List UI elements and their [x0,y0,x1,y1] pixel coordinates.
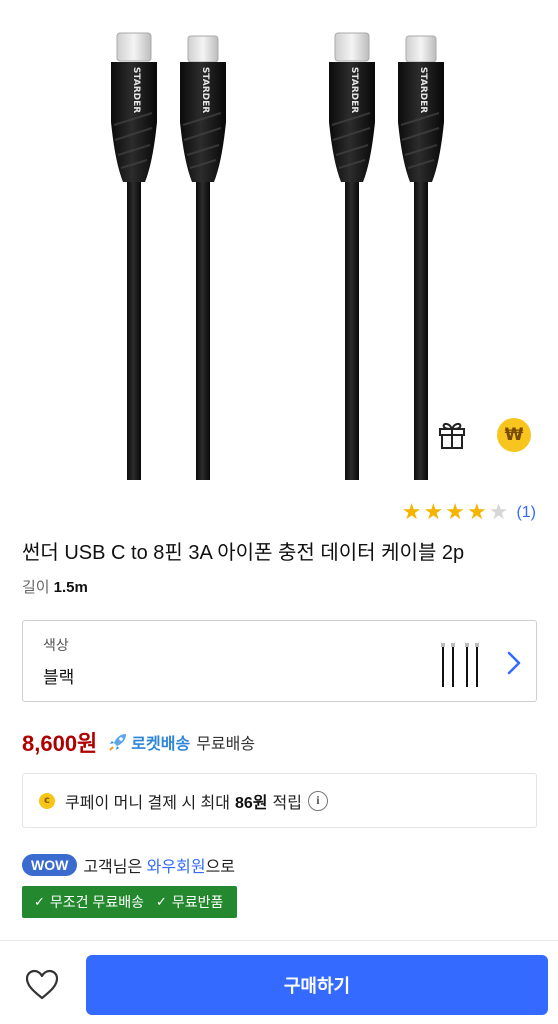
wow-membership-row: WOW 고객님은 와우회원으로 [22,853,235,877]
cable-lightning-1: STARDER [180,35,226,480]
product-image[interactable]: STARDER STARDER STARDER STARDER ₩ [0,0,558,490]
cash-amount: 86원 [234,794,268,812]
cable-photo: STARDER STARDER STARDER STARDER [111,32,444,480]
benefit-bar: ✓ 무조건 무료배송 ✓ 무료반품 [22,886,238,918]
heart-icon[interactable] [22,965,62,1005]
option-value: 블랙 [43,668,75,687]
cash-text: 쿠페이 머니 결제 시 최대 [65,794,230,812]
price-row: 8,600원 로켓배송 무료배송 [22,726,255,758]
bottom-divider [0,940,558,941]
cable-brand-text-1: STARDER [131,67,141,113]
wow-badge: WOW [22,854,78,876]
spec-key: 길이 [22,579,50,596]
color-option-selector[interactable]: 색상 블랙 [22,620,537,702]
info-icon[interactable]: i [307,790,328,811]
buy-button[interactable]: 구매하기 [86,955,548,1015]
check-icon: ✓ [155,894,167,909]
check-icon: ✓ [34,894,45,909]
sale-price: 8,600원 [22,731,98,756]
star-icon: ★ [466,500,487,525]
rocket-icon [109,734,127,751]
wow-text: 고객님은 와우회원으로 [83,853,235,877]
cable-usb-c-1: STARDER [111,32,157,480]
star-icon: ★ [445,500,465,525]
option-label: 색상 [43,637,69,653]
coin-icon: c [39,792,55,809]
review-count[interactable]: (1) [516,504,536,522]
benefit-free-return: ✓ 무료반품 [156,892,223,912]
gift-icon[interactable] [434,415,470,451]
product-title: 썬더 USB C to 8핀 3A 아이폰 충전 데이터 케이블 2p [22,542,465,564]
cable-brand-text-4: STARDER [418,67,428,113]
wow-member-link[interactable]: 와우회원 [147,859,206,876]
spec-length: 길이 1.5m [22,576,88,597]
cable-brand-text-3: STARDER [349,67,359,113]
won-coin-icon[interactable]: ₩ [497,418,531,452]
chevron-right-icon [507,651,521,675]
star-icon: ★ [423,500,444,525]
star-icon: ★ [401,500,422,525]
benefit-label: 무조건 무료배송 [49,894,144,910]
benefit-label: 무료반품 [171,894,224,910]
spec-value: 1.5m [53,579,88,596]
cable-usb-c-2: STARDER [329,32,375,480]
cable-brand-text-2: STARDER [200,67,210,113]
rocket-label: 로켓배송 [131,736,191,753]
cable-lightning-2: STARDER [398,35,444,480]
rocket-delivery-badge: 로켓배송 [107,730,190,754]
star-icon: ★ [488,500,509,525]
benefit-free-shipping: ✓ 무조건 무료배송 [34,892,144,912]
option-thumbnail [441,643,479,687]
cash-suffix: 적립 [272,794,302,812]
coupay-cash-box: c 쿠페이 머니 결제 시 최대 86원 적립 i [22,773,537,828]
wow-prefix: 고객님은 [83,859,143,876]
wow-suffix: 으로 [205,859,236,876]
rating[interactable]: ★ ★ ★ ★ ★ (1) [402,500,536,526]
free-shipping-text: 무료배송 [196,736,256,753]
